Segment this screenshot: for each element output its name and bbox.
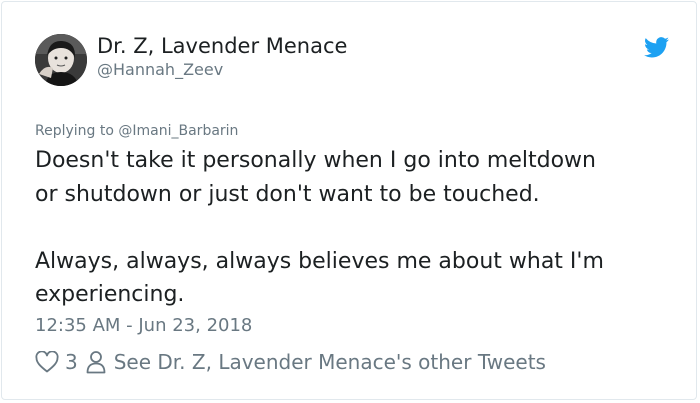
tweet-timestamp[interactable]: 12:35 AM - Jun 23, 2018 [35, 314, 252, 338]
tweet-text-line: or shutdown or just don't want to be tou… [35, 181, 540, 207]
tweet-card: Dr. Z, Lavender Menace @Hannah_Zeev Repl… [1, 1, 697, 400]
tweet-text-line: Doesn't take it personally when I go int… [35, 148, 596, 173]
tweet-text-line: experiencing. [35, 282, 185, 307]
other-tweets-link[interactable]: See Dr. Z, Lavender Menace's other Tweet… [114, 350, 546, 374]
reply-to-handle[interactable]: @Imani_Barbarin [118, 123, 238, 139]
avatar[interactable] [35, 34, 87, 86]
tweet-text-line: Always, always, always believes me about… [35, 248, 604, 274]
reply-context: Replying to @Imani_Barbarin [35, 121, 238, 141]
profile-photo [35, 34, 87, 86]
like-count[interactable]: 3 [65, 350, 78, 374]
person-icon [86, 351, 106, 374]
twitter-bird-icon[interactable] [644, 37, 669, 58]
tweet-text: Doesn't take it personally when I go int… [35, 144, 604, 312]
author-handle[interactable]: @Hannah_Zeev [97, 60, 223, 80]
heart-icon[interactable] [35, 351, 59, 373]
tweet-actions: 3 See Dr. Z, Lavender Menace's other Twe… [35, 348, 546, 376]
reply-prefix: Replying to [35, 123, 114, 139]
author-display-name[interactable]: Dr. Z, Lavender Menace [97, 33, 347, 59]
paragraph-break [35, 211, 604, 245]
